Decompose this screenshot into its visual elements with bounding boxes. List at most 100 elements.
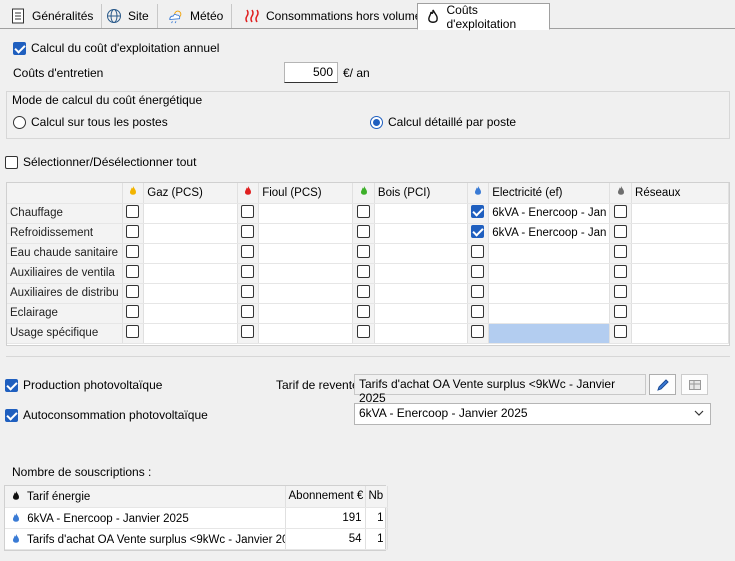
grid-value-cell[interactable]: [631, 283, 729, 304]
grid-checkbox[interactable]: [614, 305, 628, 318]
grid-checkbox[interactable]: [126, 245, 140, 258]
grid-row-label: Chauffage: [7, 203, 123, 224]
grid-checkbox[interactable]: [614, 225, 628, 238]
option-all-posts[interactable]: Calcul sur tous les postes: [13, 115, 168, 129]
grid-value-cell[interactable]: [143, 283, 238, 304]
grid-checkbox[interactable]: [471, 245, 485, 258]
grid-checkbox[interactable]: [126, 265, 140, 278]
grid-checkbox[interactable]: [357, 305, 371, 318]
grid-checkbox[interactable]: [614, 285, 628, 298]
maintenance-label: Coûts d'entretien: [13, 66, 104, 80]
grid-value-cell[interactable]: 6kVA - Enercoop - Jan: [488, 223, 611, 244]
grid-checkbox[interactable]: [126, 325, 140, 338]
select-all-option[interactable]: Sélectionner/Désélectionner tout: [5, 155, 196, 169]
grid-value-cell[interactable]: [258, 223, 354, 244]
grid-checkbox[interactable]: [357, 325, 371, 338]
table-row[interactable]: 6kVA - Enercoop - Janvier 2025 191 1: [5, 507, 388, 529]
table-row[interactable]: Tarifs d'achat OA Vente surplus <9kWc - …: [5, 528, 388, 550]
grid-value-cell[interactable]: [374, 203, 468, 224]
grid-checkbox[interactable]: [126, 205, 140, 218]
select-all-checkbox[interactable]: [5, 155, 18, 169]
autoconso-select[interactable]: 6kVA - Enercoop - Janvier 2025: [354, 403, 711, 425]
grid-checkbox[interactable]: [241, 325, 255, 338]
pv-production-option[interactable]: Production photovoltaïque: [5, 378, 162, 392]
grid-checkbox[interactable]: [357, 245, 371, 258]
grid-checkbox[interactable]: [614, 325, 628, 338]
grid-value-cell[interactable]: [143, 243, 238, 264]
tab-generalites[interactable]: Généralités: [2, 4, 103, 28]
grid-row-label: Eclairage: [7, 303, 123, 324]
grid-value-cell[interactable]: [143, 223, 238, 244]
grid-value-cell[interactable]: [258, 323, 354, 344]
grid-checkbox[interactable]: [357, 265, 371, 278]
grid-checkbox[interactable]: [357, 285, 371, 298]
grid-checkbox[interactable]: [357, 225, 371, 238]
tab-meteo[interactable]: Météo: [160, 4, 233, 28]
grid-value-cell[interactable]: [488, 243, 611, 264]
grid-value-cell[interactable]: [374, 223, 468, 244]
grid-checkbox[interactable]: [241, 285, 255, 298]
grid-value-cell[interactable]: [258, 203, 354, 224]
grid-value-cell[interactable]: [143, 303, 238, 324]
grid-value-cell[interactable]: [488, 323, 611, 344]
grid-checkbox[interactable]: [471, 325, 485, 338]
grid-value-cell[interactable]: [631, 223, 729, 244]
autoconso-checkbox[interactable]: [5, 408, 18, 422]
grid-value-cell[interactable]: [631, 203, 729, 224]
grid-checkbox[interactable]: [471, 285, 485, 298]
edit-tarif-button[interactable]: [649, 374, 676, 395]
grid-checkbox[interactable]: [241, 305, 255, 318]
grid-checkbox[interactable]: [126, 225, 140, 238]
grid-value-cell[interactable]: 6kVA - Enercoop - Jan: [488, 203, 611, 224]
grid-value-cell[interactable]: [488, 303, 611, 324]
grid-value-cell[interactable]: [374, 243, 468, 264]
grid-value-cell[interactable]: [631, 263, 729, 284]
grid-checkbox[interactable]: [241, 245, 255, 258]
grid-value-cell[interactable]: [143, 263, 238, 284]
maintenance-input[interactable]: 500: [284, 62, 338, 83]
grid-checkbox[interactable]: [241, 265, 255, 278]
annual-cost-option[interactable]: Calcul du coût d'exploitation annuel: [13, 41, 219, 55]
grid-value-cell[interactable]: [258, 283, 354, 304]
energy-grid: Gaz (PCS) Fioul (PCS) Bois (PCI) Electricit…: [6, 182, 730, 346]
grid-checkbox[interactable]: [357, 205, 371, 218]
grid-checkbox[interactable]: [126, 305, 140, 318]
grid-value-cell[interactable]: [631, 303, 729, 324]
grid-value-cell[interactable]: [143, 203, 238, 224]
grid-value-cell[interactable]: [143, 323, 238, 344]
grid-checkbox[interactable]: [241, 205, 255, 218]
copy-tarif-button[interactable]: [681, 374, 708, 395]
grid-value-cell[interactable]: [374, 323, 468, 344]
grid-value-cell[interactable]: [374, 263, 468, 284]
grid-value-cell[interactable]: [374, 303, 468, 324]
grid-checkbox[interactable]: [614, 205, 628, 218]
radio-all-posts[interactable]: [13, 115, 26, 129]
option-detail[interactable]: Calcul détaillé par poste: [370, 115, 516, 129]
tab-site[interactable]: Site: [98, 4, 158, 28]
grid-checkbox[interactable]: [126, 285, 140, 298]
grid-value-cell[interactable]: [258, 303, 354, 324]
tab-consommations[interactable]: Consommations hors volume: [236, 4, 431, 28]
subscriptions-title: Nombre de souscriptions :: [12, 465, 152, 479]
pv-production-checkbox[interactable]: [5, 378, 18, 392]
grid-checkbox[interactable]: [471, 265, 485, 278]
grid-checkbox[interactable]: [241, 225, 255, 238]
grid-value-cell[interactable]: [631, 323, 729, 344]
grid-checkbox[interactable]: [614, 245, 628, 258]
grid-checkbox[interactable]: [471, 225, 485, 238]
grid-checkbox[interactable]: [471, 305, 485, 318]
autoconso-option[interactable]: Autoconsommation photovoltaïque: [5, 408, 208, 422]
grid-value-cell[interactable]: [488, 283, 611, 304]
grid-checkbox[interactable]: [471, 205, 485, 218]
grid-column-header: Réseaux: [631, 183, 729, 204]
annual-cost-checkbox[interactable]: [13, 41, 26, 55]
grid-value-cell[interactable]: [374, 283, 468, 304]
radio-detail[interactable]: [370, 115, 383, 129]
grid-value-cell[interactable]: [258, 263, 354, 284]
grid-value-cell[interactable]: [631, 243, 729, 264]
grid-value-cell[interactable]: [488, 263, 611, 284]
grid-value-cell[interactable]: [258, 243, 354, 264]
grid-check-cell: [352, 223, 375, 244]
grid-checkbox[interactable]: [614, 265, 628, 278]
tab-couts-exploitation[interactable]: Coûts d'exploitation: [417, 3, 550, 31]
